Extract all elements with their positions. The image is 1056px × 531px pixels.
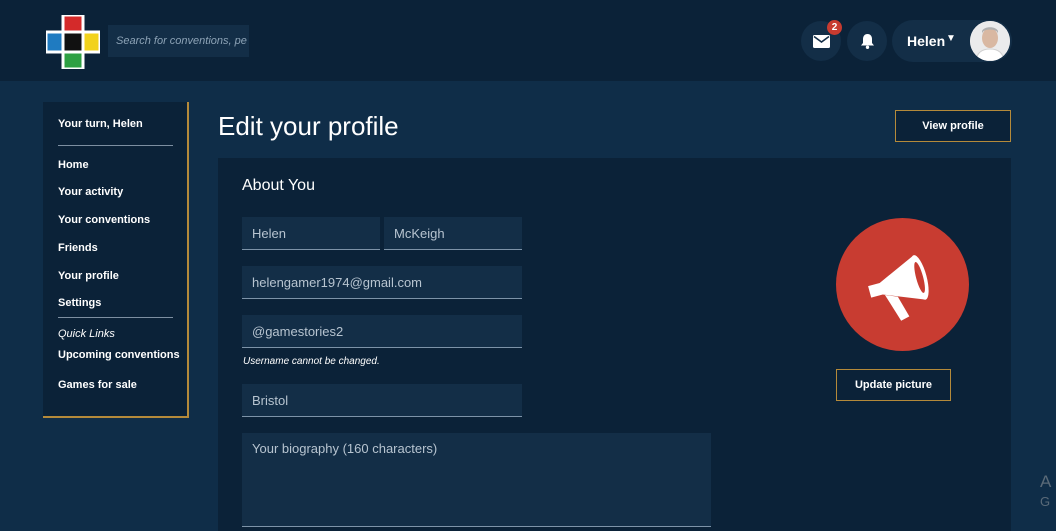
city-field[interactable]: Bristol <box>242 384 522 417</box>
profile-picture <box>836 218 969 351</box>
user-menu[interactable]: Helen ▼ <box>892 20 1012 62</box>
update-picture-button[interactable]: Update picture <box>836 369 951 401</box>
sidebar-greeting: Your turn, Helen <box>58 118 143 130</box>
notifications-button[interactable] <box>847 21 887 61</box>
page-title: Edit your profile <box>218 111 399 141</box>
first-name-field[interactable]: Helen <box>242 217 380 250</box>
username-field: @gamestories2 <box>242 315 522 348</box>
quick-link-upcoming-conventions[interactable]: Upcoming conventions <box>58 349 180 361</box>
email-field[interactable]: helengamer1974@gmail.com <box>242 266 522 299</box>
biography-textarea[interactable]: Your biography (160 characters) <box>242 433 711 527</box>
username-note: Username cannot be changed. <box>243 356 380 367</box>
sidebar-item-your-conventions[interactable]: Your conventions <box>58 214 150 226</box>
bell-icon <box>860 34 874 49</box>
user-name: Helen <box>907 33 946 49</box>
sidebar-divider <box>58 317 173 318</box>
sidebar-item-friends[interactable]: Friends <box>58 242 98 254</box>
section-title: About You <box>242 177 315 194</box>
top-header: Search for conventions, pe 2 Helen ▼ <box>0 0 1056 81</box>
avatar[interactable] <box>970 21 1010 61</box>
watermark-line-2: G <box>1040 494 1051 509</box>
caret-down-icon: ▼ <box>946 33 956 44</box>
quick-links-heading: Quick Links <box>58 328 115 340</box>
megaphone-icon <box>867 254 929 321</box>
avatar-photo <box>970 21 1010 61</box>
sidebar-item-settings[interactable]: Settings <box>58 297 101 309</box>
search-input[interactable]: Search for conventions, pe <box>108 25 249 57</box>
sidebar-item-your-profile[interactable]: Your profile <box>58 270 119 282</box>
quick-link-games-for-sale[interactable]: Games for sale <box>58 379 137 391</box>
sidebar-divider <box>58 145 173 146</box>
mail-icon <box>812 34 830 48</box>
sidebar-item-your-activity[interactable]: Your activity <box>58 186 123 198</box>
sidebar-item-home[interactable]: Home <box>58 159 89 171</box>
last-name-field[interactable]: McKeigh <box>384 217 522 250</box>
view-profile-button[interactable]: View profile <box>895 110 1011 142</box>
site-logo[interactable] <box>46 15 100 69</box>
sidebar: Your turn, Helen Home Your activity Your… <box>43 102 189 418</box>
activation-watermark: A G <box>1040 470 1051 510</box>
unread-badge: 2 <box>827 20 842 35</box>
watermark-line-1: A <box>1040 472 1052 491</box>
messages-button[interactable]: 2 <box>801 20 842 61</box>
